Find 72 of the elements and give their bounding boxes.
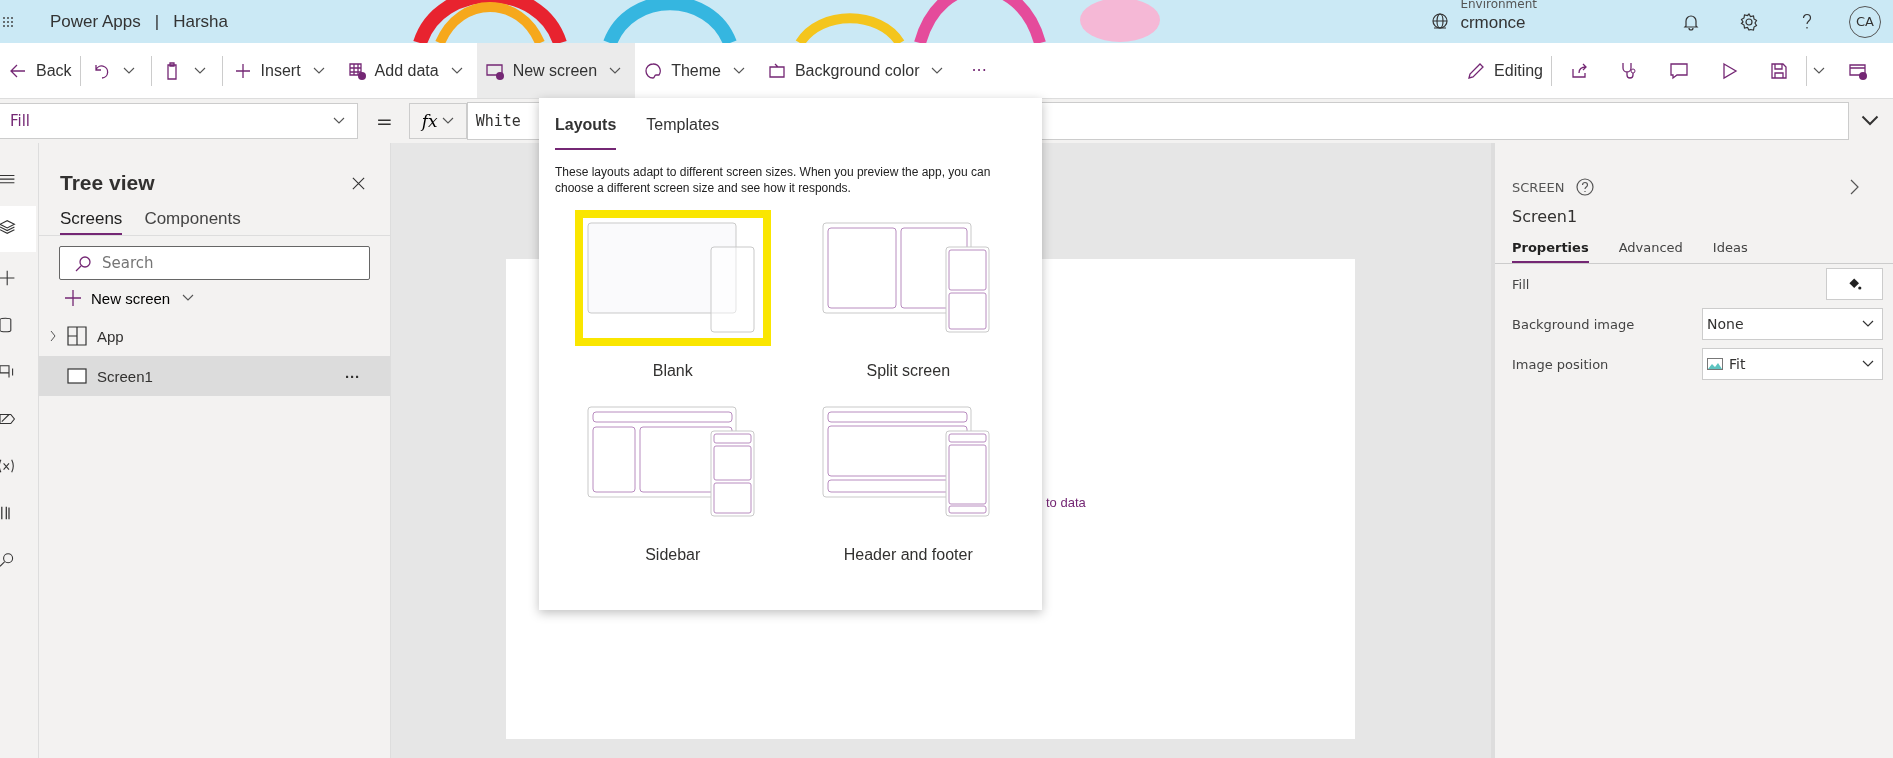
title-separator: | <box>154 11 160 32</box>
grid-icon <box>67 326 87 346</box>
new-screen-button[interactable]: New screen <box>39 280 203 316</box>
section-label: SCREEN <box>1512 179 1565 195</box>
search-field[interactable]: Search <box>59 246 370 280</box>
tree-tab[interactable]: Screens <box>60 209 123 235</box>
more-button[interactable]: ··· <box>957 61 1001 80</box>
editing-button[interactable]: Editing <box>1458 43 1549 98</box>
expand-icon[interactable] <box>1861 115 1879 127</box>
caret-icon <box>312 66 325 75</box>
property-label: Background image <box>1512 316 1635 332</box>
layout-label: Sidebar <box>645 546 701 564</box>
layout-label: Split screen <box>866 362 951 380</box>
app-name: Power Apps <box>50 11 141 32</box>
command-button[interactable]: Back <box>0 43 78 98</box>
property-label: Image position <box>1512 356 1609 372</box>
caret-icon <box>182 294 195 302</box>
caret-icon <box>122 66 135 75</box>
command-button[interactable]: New screen <box>476 43 636 98</box>
command-icon <box>643 60 664 81</box>
tree-node[interactable]: Screen1 ··· <box>39 356 390 396</box>
tree-tab[interactable]: Components <box>144 209 241 235</box>
comment-icon[interactable] <box>1669 60 1689 81</box>
caret-icon <box>450 66 463 75</box>
globe-icon[interactable] <box>1430 11 1451 32</box>
caret-icon <box>732 66 745 75</box>
chevron-icon[interactable] <box>1849 179 1859 195</box>
command-button[interactable]: Insert <box>224 43 339 98</box>
properties-tab[interactable]: Properties <box>1512 240 1589 263</box>
layout-label: Header and footer <box>843 546 973 564</box>
command-icon <box>346 60 367 81</box>
properties-tab[interactable]: Ideas <box>1712 240 1748 263</box>
property-dropdown[interactable]: Fit <box>1702 348 1883 380</box>
command-button[interactable]: Theme <box>635 43 759 98</box>
app-launcher-icon[interactable] <box>2 15 14 28</box>
tree-node[interactable]: App <box>39 316 390 356</box>
layers-icon[interactable] <box>0 218 18 236</box>
property-label: Fill <box>1512 276 1530 292</box>
caret-icon <box>193 66 206 75</box>
help-icon[interactable] <box>1574 177 1595 197</box>
environment-name[interactable]: crmonce <box>1460 14 1537 31</box>
function-button[interactable]: fx <box>408 103 467 139</box>
screen-name: Screen1 <box>1511 206 1579 226</box>
plus-icon <box>63 288 83 308</box>
command-button[interactable]: Add data <box>338 43 477 98</box>
caret-icon <box>441 117 454 125</box>
panel-title: Tree view <box>60 171 155 195</box>
caret-icon <box>1862 320 1874 328</box>
caret-icon <box>1862 360 1874 368</box>
equals-sign: = <box>376 109 393 133</box>
app-title: Harsha <box>173 11 228 32</box>
close-icon[interactable] <box>351 175 366 191</box>
menu-tab[interactable]: Layouts <box>555 116 617 150</box>
menu-description: These layouts adapt to different screen sizes. When you preview the app, you can choose a different screen size and see how it responds. <box>555 164 992 196</box>
caret-icon[interactable] <box>1813 66 1825 75</box>
caret-icon <box>931 66 944 75</box>
screen-icon <box>67 366 87 386</box>
caret-icon <box>609 66 622 75</box>
command-button[interactable]: Background color <box>758 43 958 98</box>
settings-icon[interactable] <box>1739 11 1759 32</box>
properties-tab[interactable]: Advanced <box>1618 240 1683 263</box>
layout-label: Blank <box>652 362 693 380</box>
image-icon <box>1707 358 1723 370</box>
color-picker-button[interactable] <box>1826 268 1883 300</box>
save-icon[interactable] <box>1769 60 1789 81</box>
property-dropdown[interactable]: Fill <box>0 103 358 139</box>
canvas-hint: to data <box>1046 495 1086 510</box>
caret-icon <box>333 117 345 125</box>
chevron-icon[interactable] <box>49 330 57 342</box>
search-icon <box>73 254 93 274</box>
stethoscope-icon[interactable] <box>1619 60 1639 81</box>
property-dropdown[interactable]: None <box>1702 308 1883 340</box>
